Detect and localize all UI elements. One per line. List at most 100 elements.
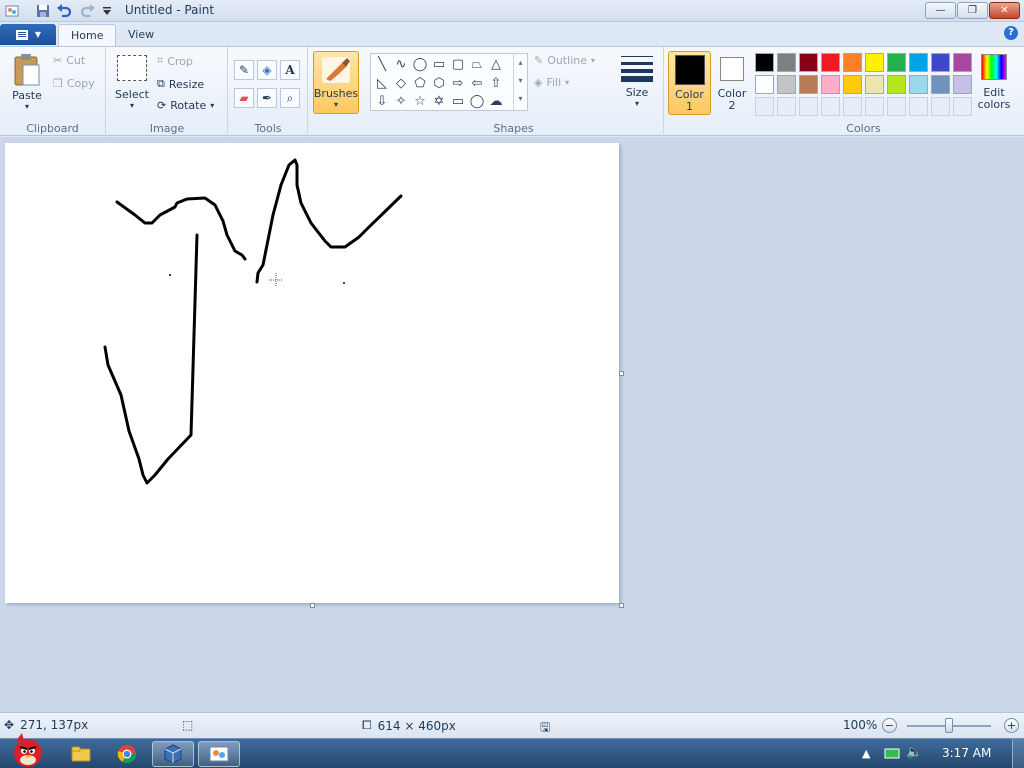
left-arrow-shape-icon[interactable]: ⇦ bbox=[468, 74, 486, 92]
line-shape-icon[interactable]: ╲ bbox=[373, 55, 391, 73]
up-arrow-shape-icon[interactable]: ⇧ bbox=[487, 74, 505, 92]
pentagon-shape-icon[interactable]: ⬠ bbox=[411, 74, 429, 92]
zoom-slider-thumb[interactable] bbox=[945, 718, 953, 733]
triangle-shape-icon[interactable]: △ bbox=[487, 55, 505, 73]
four-point-star-shape-icon[interactable]: ✧ bbox=[392, 92, 410, 110]
hexagon-shape-icon[interactable]: ⬡ bbox=[430, 74, 448, 92]
palette-swatch[interactable] bbox=[755, 75, 774, 94]
edit-colors-button[interactable]: Edit colors bbox=[976, 54, 1012, 111]
palette-swatch[interactable] bbox=[777, 75, 796, 94]
color1-button[interactable]: Color 1 bbox=[668, 51, 711, 115]
zoom-in-button[interactable]: + bbox=[1004, 718, 1019, 733]
rectangle-shape-icon[interactable]: ▭ bbox=[430, 55, 448, 73]
redo-icon[interactable] bbox=[80, 3, 96, 19]
oval-callout-shape-icon[interactable]: ◯ bbox=[468, 92, 486, 110]
undo-icon[interactable] bbox=[56, 3, 72, 19]
tab-view[interactable]: View bbox=[116, 24, 166, 46]
palette-swatch[interactable] bbox=[843, 75, 862, 94]
start-button[interactable] bbox=[4, 731, 48, 768]
minimize-button[interactable]: — bbox=[925, 2, 956, 19]
shapes-scroll-icon[interactable]: ▴ ▾ ▾ bbox=[513, 54, 527, 110]
magnifier-icon[interactable]: ⌕ bbox=[280, 88, 300, 108]
copy-button[interactable]: ❐ Copy bbox=[53, 77, 95, 90]
palette-swatch[interactable] bbox=[887, 53, 906, 72]
close-button[interactable]: ✕ bbox=[989, 2, 1020, 19]
paint-menu-button[interactable]: ▼ bbox=[0, 24, 56, 45]
palette-swatch[interactable] bbox=[799, 75, 818, 94]
six-point-star-shape-icon[interactable]: ✡ bbox=[430, 92, 448, 110]
show-hidden-icons[interactable]: ▲ bbox=[862, 747, 870, 760]
palette-swatch[interactable] bbox=[953, 75, 972, 94]
help-icon[interactable]: ? bbox=[1004, 26, 1018, 40]
pencil-icon[interactable]: ✎ bbox=[234, 60, 254, 80]
outline-button[interactable]: ✎ Outline ▾ bbox=[534, 54, 595, 67]
palette-swatch[interactable] bbox=[865, 53, 884, 72]
show-desktop-button[interactable] bbox=[1012, 739, 1024, 768]
paint-app-icon[interactable] bbox=[4, 3, 20, 19]
palette-swatch[interactable] bbox=[865, 75, 884, 94]
drawing-canvas[interactable] bbox=[5, 143, 619, 603]
taskbar-paint[interactable] bbox=[198, 741, 240, 767]
save-icon[interactable] bbox=[35, 3, 51, 19]
palette-swatch[interactable] bbox=[909, 75, 928, 94]
rotate-button[interactable]: ⟳ Rotate ▾ bbox=[157, 99, 214, 112]
text-tool-icon[interactable]: A bbox=[280, 60, 300, 80]
polygon-shape-icon[interactable]: ⏢ bbox=[468, 55, 486, 73]
cloud-callout-shape-icon[interactable]: ☁ bbox=[487, 92, 505, 110]
palette-swatch[interactable] bbox=[931, 75, 950, 94]
color2-button[interactable]: Color 2 bbox=[714, 54, 750, 112]
oval-shape-icon[interactable]: ◯ bbox=[411, 55, 429, 73]
volume-icon[interactable]: 🔈 bbox=[906, 745, 922, 760]
brushes-button[interactable]: Brushes ▾ bbox=[313, 51, 359, 114]
cut-button[interactable]: ✂ Cut bbox=[53, 54, 85, 67]
taskbar-clock[interactable]: 3:17 AM bbox=[942, 746, 991, 760]
maximize-button[interactable]: ❐ bbox=[957, 2, 988, 19]
palette-swatch[interactable] bbox=[821, 53, 840, 72]
custom-color-slot[interactable] bbox=[865, 97, 884, 116]
custom-color-slot[interactable] bbox=[909, 97, 928, 116]
resize-handle-bottom[interactable] bbox=[310, 603, 315, 608]
network-icon[interactable] bbox=[884, 748, 900, 763]
taskbar-chrome[interactable] bbox=[106, 741, 148, 767]
custom-color-slot[interactable] bbox=[777, 97, 796, 116]
fill-button[interactable]: ◈ Fill ▾ bbox=[534, 76, 569, 89]
taskbar-virtualbox[interactable] bbox=[152, 741, 194, 767]
fill-bucket-icon[interactable]: ◈ bbox=[257, 60, 277, 80]
palette-swatch[interactable] bbox=[777, 53, 796, 72]
custom-color-slot[interactable] bbox=[799, 97, 818, 116]
resize-handle-corner[interactable] bbox=[619, 603, 624, 608]
curve-shape-icon[interactable]: ∿ bbox=[392, 55, 410, 73]
palette-swatch[interactable] bbox=[843, 53, 862, 72]
custom-color-slot[interactable] bbox=[887, 97, 906, 116]
rect-callout-shape-icon[interactable]: ▭ bbox=[449, 92, 467, 110]
palette-swatch[interactable] bbox=[755, 53, 774, 72]
palette-swatch[interactable] bbox=[799, 53, 818, 72]
right-triangle-shape-icon[interactable]: ◺ bbox=[373, 74, 391, 92]
zoom-out-button[interactable]: − bbox=[882, 718, 897, 733]
palette-swatch[interactable] bbox=[931, 53, 950, 72]
right-arrow-shape-icon[interactable]: ⇨ bbox=[449, 74, 467, 92]
select-button[interactable]: Select ▾ bbox=[115, 55, 149, 110]
palette-swatch[interactable] bbox=[953, 53, 972, 72]
palette-swatch[interactable] bbox=[887, 75, 906, 94]
custom-color-slot[interactable] bbox=[843, 97, 862, 116]
custom-color-slot[interactable] bbox=[953, 97, 972, 116]
down-arrow-shape-icon[interactable]: ⇩ bbox=[373, 92, 391, 110]
custom-color-slot[interactable] bbox=[821, 97, 840, 116]
rounded-rectangle-shape-icon[interactable]: ▢ bbox=[449, 55, 467, 73]
custom-color-slot[interactable] bbox=[755, 97, 774, 116]
resize-button[interactable]: ⧉ Resize bbox=[157, 77, 204, 91]
crop-button[interactable]: ⌗ Crop bbox=[157, 54, 193, 68]
palette-swatch[interactable] bbox=[909, 53, 928, 72]
tab-home[interactable]: Home bbox=[58, 24, 117, 46]
color-picker-icon[interactable]: ✒ bbox=[257, 88, 277, 108]
diamond-shape-icon[interactable]: ◇ bbox=[392, 74, 410, 92]
size-button[interactable]: Size ▾ bbox=[616, 53, 658, 108]
resize-handle-right[interactable] bbox=[619, 371, 624, 376]
custom-color-slot[interactable] bbox=[931, 97, 950, 116]
five-point-star-shape-icon[interactable]: ☆ bbox=[411, 92, 429, 110]
paste-button[interactable]: Paste ▾ bbox=[6, 53, 48, 111]
taskbar-explorer[interactable] bbox=[60, 741, 102, 767]
palette-swatch[interactable] bbox=[821, 75, 840, 94]
eraser-icon[interactable]: ▰ bbox=[234, 88, 254, 108]
